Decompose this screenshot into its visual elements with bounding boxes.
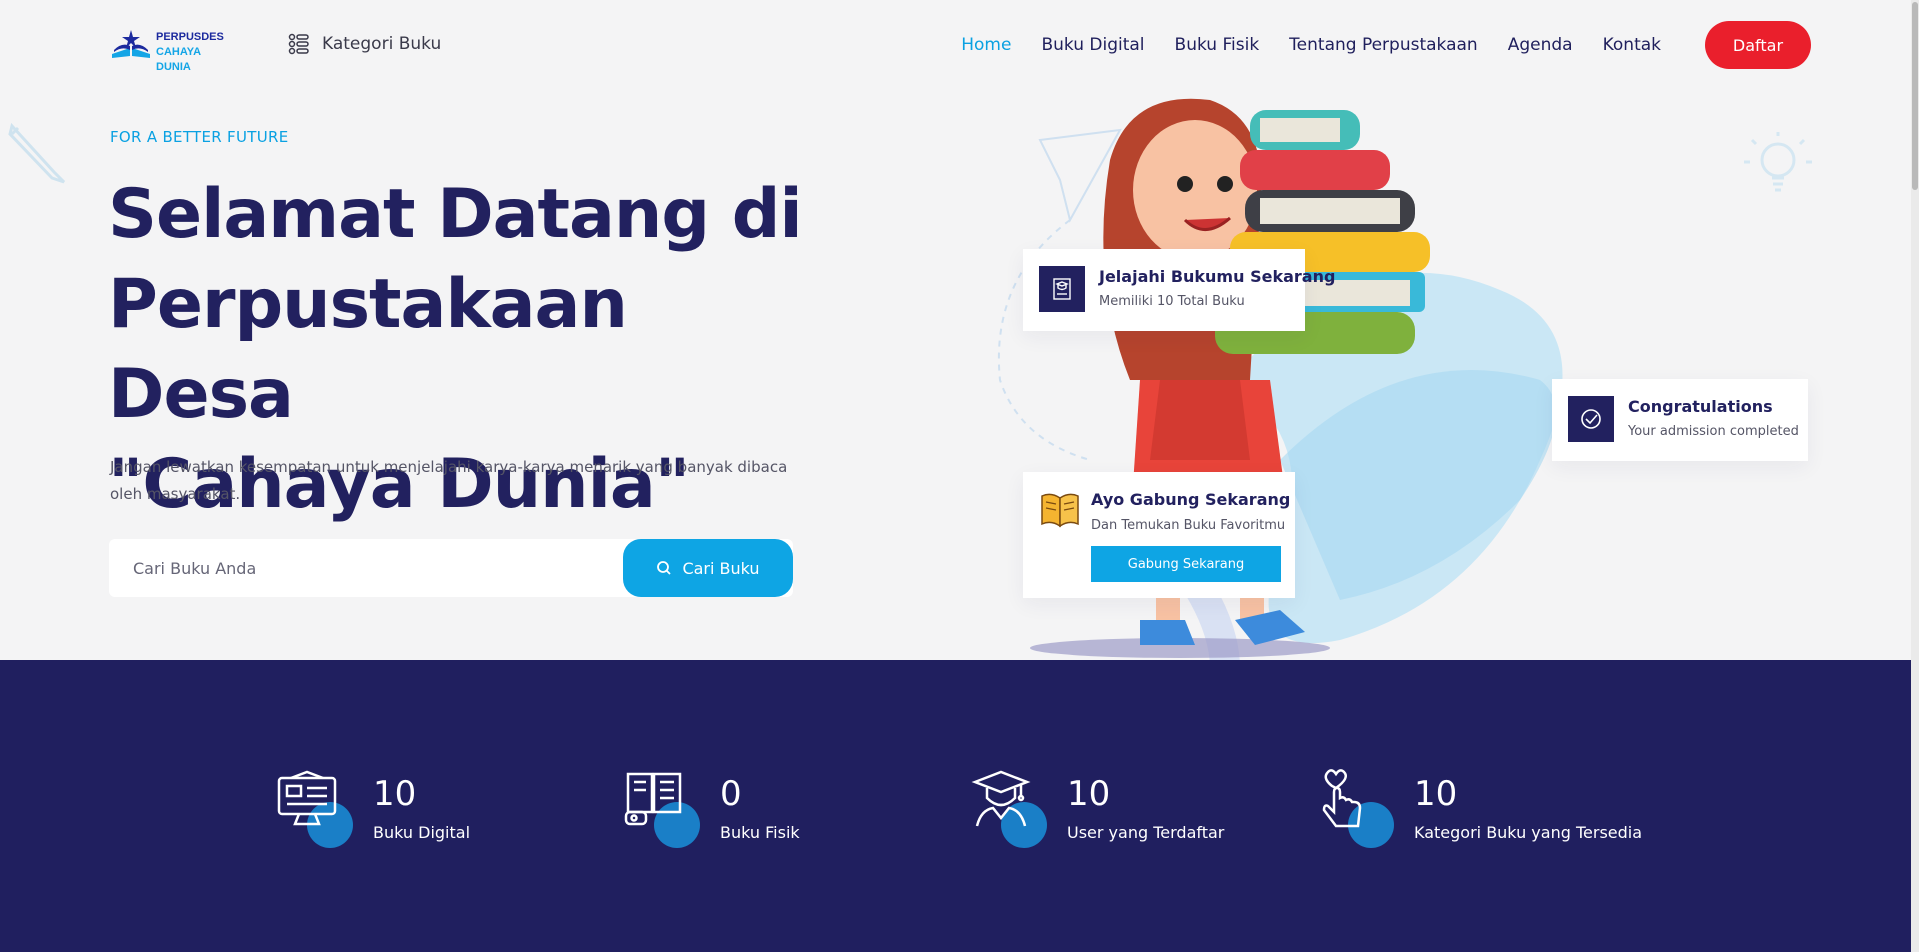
check-circle-icon [1568,396,1614,442]
hero-tagline: FOR A BETTER FUTURE [110,128,289,146]
congratulations-card: Congratulations Your admission completed [1552,379,1808,461]
hero-subtitle: Jangan lewatkan kesempatan untuk menjela… [110,458,788,503]
logo-line-1: PERPUSDES [156,31,224,43]
graduate-user-icon [971,770,1031,827]
hero-title-line-2: Perpustakaan Desa [108,265,628,434]
stat-label: Buku Fisik [720,823,800,842]
nav-contact[interactable]: Kontak [1603,35,1661,55]
site-header: PERPUSDES CAHAYA DUNIA Kategori Buku Hom… [0,0,1919,92]
category-list-icon [288,33,309,55]
nav-digital-books[interactable]: Buku Digital [1041,35,1144,55]
lightbulb-icon [1744,132,1812,192]
join-now-button[interactable]: Gabung Sekarang [1091,546,1281,582]
category-button[interactable]: Kategori Buku [288,33,441,55]
search-icon [657,561,672,575]
explore-card-title: Jelajahi Bukumu Sekarang [1099,267,1336,286]
congrats-card-subtitle: Your admission completed [1628,424,1799,439]
explore-books-card: Jelajahi Bukumu Sekarang Memiliki 10 Tot… [1023,249,1335,331]
page-scrollbar[interactable] [1911,0,1919,952]
digital-book-icon [277,770,337,826]
logo-text: PERPUSDES CAHAYA DUNIA [156,30,230,75]
congrats-card-title: Congratulations [1628,397,1773,416]
hero-title-line-1: Selamat Datang di [108,175,803,254]
nav-home[interactable]: Home [961,35,1011,55]
stat-label: Buku Digital [373,823,471,842]
search-bar: Cari Buku [109,539,793,597]
search-input[interactable] [133,539,603,597]
open-book-icon [1041,493,1079,528]
category-label: Kategori Buku [322,34,442,54]
pencil-icon [8,122,66,184]
nav-agenda[interactable]: Agenda [1508,35,1573,55]
physical-book-icon [624,772,682,826]
join-card: Ayo Gabung Sekarang Dan Temukan Buku Fav… [1023,472,1295,598]
join-card-title: Ayo Gabung Sekarang [1091,490,1291,509]
scrollbar-thumb[interactable] [1912,2,1918,190]
stat-value: 0 [720,774,742,814]
site-logo[interactable]: PERPUSDES CAHAYA DUNIA [110,28,230,73]
stat-label: Kategori Buku yang Tersedia [1414,823,1643,842]
stat-value: 10 [1067,774,1111,814]
main-nav: Home Buku Digital Buku Fisik Tentang Per… [931,35,1661,55]
logo-line-2: CAHAYA DUNIA [156,46,201,73]
stat-label: User yang Terdaftar [1067,823,1225,842]
search-button-label: Cari Buku [682,558,760,578]
book-logo-icon [112,30,150,58]
stat-value: 10 [373,774,417,814]
join-card-subtitle: Dan Temukan Buku Favoritmu [1091,518,1286,533]
heart-hand-icon [1322,769,1362,828]
stat-value: 10 [1414,774,1458,814]
graduate-book-icon [1039,266,1085,312]
register-button[interactable]: Daftar [1705,21,1811,69]
nav-about[interactable]: Tentang Perpustakaan [1289,35,1478,55]
nav-physical-books[interactable]: Buku Fisik [1175,35,1260,55]
search-button[interactable]: Cari Buku [623,539,793,597]
explore-card-subtitle: Memiliki 10 Total Buku [1099,294,1245,309]
